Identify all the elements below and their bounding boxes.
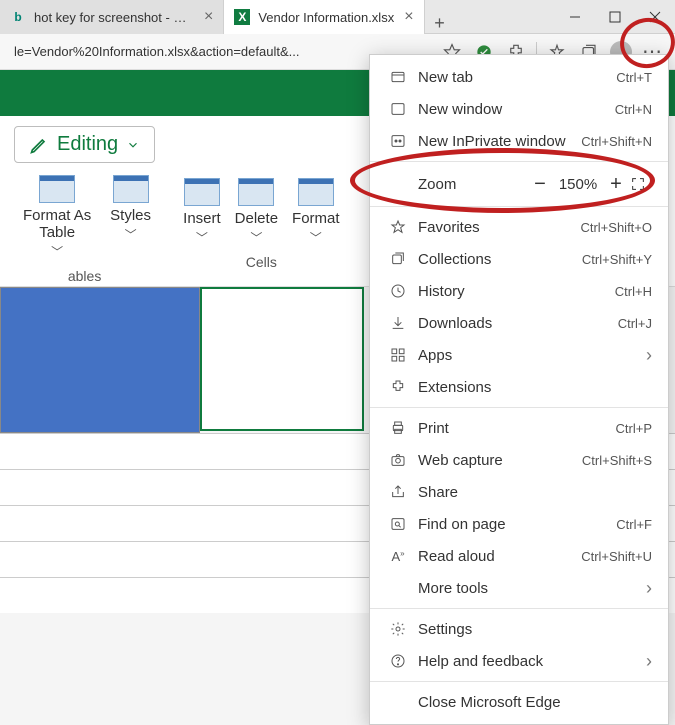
zoom-value: 150% — [554, 176, 602, 193]
styles-icon — [113, 175, 149, 203]
share-icon — [386, 484, 410, 500]
menu-more-tools[interactable]: More tools › — [370, 572, 668, 604]
excel-icon: X — [234, 9, 250, 25]
format-icon — [298, 178, 334, 206]
format-button[interactable]: Format ﹀ — [292, 178, 340, 246]
chevron-right-icon: › — [646, 578, 652, 599]
tab-strip: b hot key for screenshot - Search × X Ve… — [0, 0, 555, 34]
inprivate-icon — [386, 133, 410, 149]
chevron-right-icon: › — [646, 651, 652, 672]
insert-button[interactable]: Insert ﹀ — [183, 178, 221, 246]
menu-share[interactable]: Share — [370, 476, 668, 508]
window-controls — [555, 0, 675, 34]
menu-settings[interactable]: Settings — [370, 613, 668, 645]
edge-settings-menu: New tab Ctrl+T New window Ctrl+N New InP… — [369, 54, 669, 725]
menu-downloads[interactable]: Downloads Ctrl+J — [370, 307, 668, 339]
menu-history[interactable]: History Ctrl+H — [370, 275, 668, 307]
close-icon[interactable]: × — [204, 8, 213, 26]
print-icon — [386, 420, 410, 436]
menu-apps[interactable]: Apps › — [370, 339, 668, 371]
chevron-down-icon: ﹀ — [51, 243, 63, 260]
help-icon — [386, 653, 410, 669]
camera-icon — [386, 452, 410, 468]
extensions-icon — [386, 379, 410, 395]
menu-close-edge[interactable]: Close Microsoft Edge — [370, 686, 668, 718]
format-as-table-button[interactable]: Format As Table ﹀ — [18, 175, 96, 260]
menu-read-aloud[interactable]: A» Read aloud Ctrl+Shift+U — [370, 540, 668, 572]
chevron-right-icon: › — [646, 345, 652, 366]
selected-cell-fill[interactable] — [0, 287, 200, 433]
new-window-icon — [386, 101, 410, 117]
chevron-down-icon — [126, 138, 140, 152]
read-aloud-icon: A» — [386, 549, 410, 564]
tab-bing-search[interactable]: b hot key for screenshot - Search × — [0, 0, 224, 34]
close-icon[interactable]: × — [404, 8, 413, 26]
table-icon — [39, 175, 75, 203]
chevron-down-icon: ﹀ — [250, 229, 262, 246]
editing-mode-button[interactable]: Editing — [14, 126, 155, 163]
close-window-button[interactable] — [635, 0, 675, 34]
zoom-in-button[interactable]: + — [602, 173, 630, 196]
delete-button[interactable]: Delete ﹀ — [235, 178, 278, 246]
menu-help[interactable]: Help and feedback › — [370, 645, 668, 677]
ribbon-group-label: Cells — [246, 254, 277, 270]
browser-titlebar: b hot key for screenshot - Search × X Ve… — [0, 0, 675, 34]
chevron-down-icon: ﹀ — [125, 226, 137, 243]
maximize-button[interactable] — [595, 0, 635, 34]
chevron-down-icon: ﹀ — [310, 229, 322, 246]
editing-label: Editing — [57, 133, 118, 156]
pencil-icon — [29, 135, 49, 155]
download-icon — [386, 315, 410, 331]
menu-new-tab[interactable]: New tab Ctrl+T — [370, 61, 668, 93]
menu-web-capture[interactable]: Web capture Ctrl+Shift+S — [370, 444, 668, 476]
tab-title: Vendor Information.xlsx — [258, 10, 394, 25]
menu-zoom-row: Zoom − 150% + — [370, 166, 668, 202]
minimize-button[interactable] — [555, 0, 595, 34]
menu-new-window[interactable]: New window Ctrl+N — [370, 93, 668, 125]
insert-icon — [184, 178, 220, 206]
active-cell[interactable] — [200, 287, 364, 431]
tab-title: hot key for screenshot - Search — [34, 10, 194, 25]
history-icon — [386, 283, 410, 299]
chevron-down-icon: ﹀ — [196, 229, 208, 246]
menu-find[interactable]: Find on page Ctrl+F — [370, 508, 668, 540]
fullscreen-button[interactable] — [630, 176, 652, 192]
new-tab-icon — [386, 69, 410, 85]
zoom-out-button[interactable]: − — [526, 173, 554, 196]
star-icon — [386, 219, 410, 235]
gear-icon — [386, 621, 410, 637]
tab-vendor-info[interactable]: X Vendor Information.xlsx × — [224, 0, 424, 34]
new-tab-button[interactable]: + — [425, 13, 455, 34]
menu-new-inprivate[interactable]: New InPrivate window Ctrl+Shift+N — [370, 125, 668, 157]
menu-extensions[interactable]: Extensions — [370, 371, 668, 403]
menu-print[interactable]: Print Ctrl+P — [370, 412, 668, 444]
collections-icon — [386, 251, 410, 267]
delete-icon — [238, 178, 274, 206]
zoom-label: Zoom — [386, 176, 526, 193]
apps-icon — [386, 347, 410, 363]
menu-collections[interactable]: Collections Ctrl+Shift+Y — [370, 243, 668, 275]
ribbon-group-label: ables — [68, 268, 101, 284]
bing-icon: b — [10, 9, 26, 25]
find-icon — [386, 516, 410, 532]
menu-favorites[interactable]: Favorites Ctrl+Shift+O — [370, 211, 668, 243]
styles-button[interactable]: Styles ﹀ — [110, 175, 151, 260]
